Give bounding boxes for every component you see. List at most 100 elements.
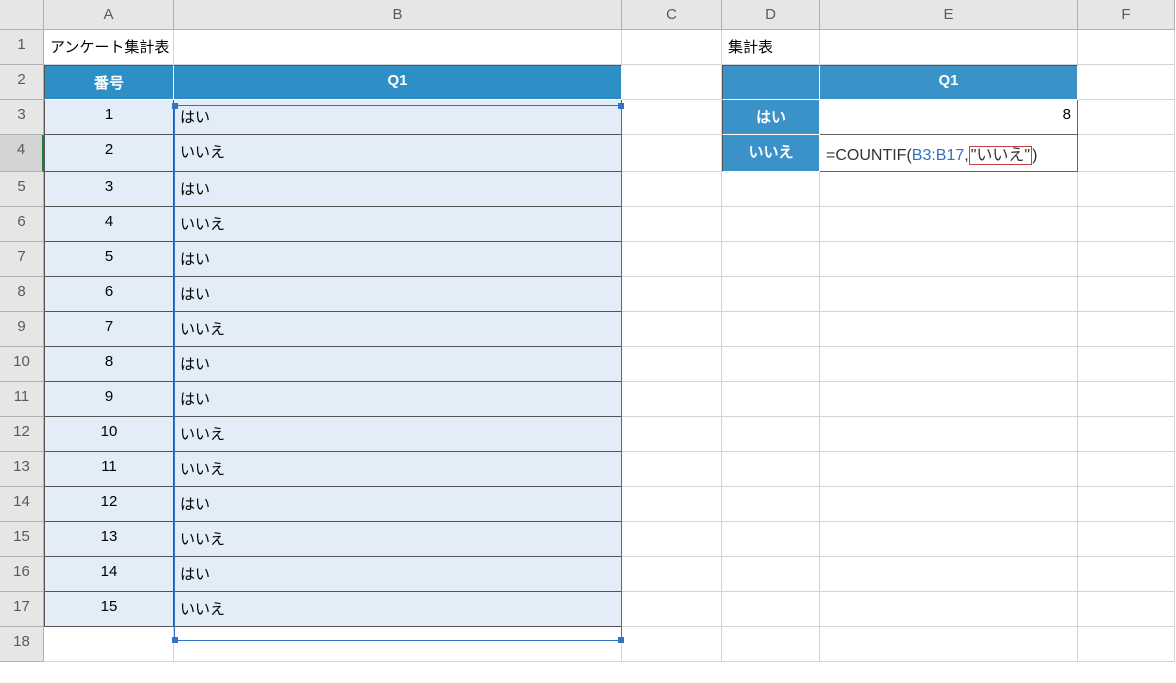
cell-E9[interactable]: [820, 312, 1078, 347]
cell-D14[interactable]: [722, 487, 820, 522]
survey-num[interactable]: 13: [44, 522, 174, 557]
cell-C16[interactable]: [622, 557, 722, 592]
cell-F9[interactable]: [1078, 312, 1175, 347]
cell-D9[interactable]: [722, 312, 820, 347]
cell-D18[interactable]: [722, 627, 820, 662]
cell-D1[interactable]: 集計表: [722, 30, 820, 65]
col-header-B[interactable]: B: [174, 0, 622, 30]
cell-F1[interactable]: [1078, 30, 1175, 65]
summary-header-q1[interactable]: Q1: [820, 65, 1078, 100]
row-header[interactable]: 3: [0, 100, 44, 135]
cell-D15[interactable]: [722, 522, 820, 557]
cell-F7[interactable]: [1078, 242, 1175, 277]
select-all-corner[interactable]: [0, 0, 44, 30]
survey-q1[interactable]: いいえ: [174, 452, 622, 487]
cell-D11[interactable]: [722, 382, 820, 417]
cell-A1[interactable]: アンケート集計表: [44, 30, 174, 65]
cell-C7[interactable]: [622, 242, 722, 277]
cell-C15[interactable]: [622, 522, 722, 557]
survey-num[interactable]: 1: [44, 100, 174, 135]
cell-F11[interactable]: [1078, 382, 1175, 417]
cell-C2[interactable]: [622, 65, 722, 100]
cell-D10[interactable]: [722, 347, 820, 382]
cell-F17[interactable]: [1078, 592, 1175, 627]
survey-num[interactable]: 3: [44, 172, 174, 207]
cell-C9[interactable]: [622, 312, 722, 347]
cell-E16[interactable]: [820, 557, 1078, 592]
cell-C17[interactable]: [622, 592, 722, 627]
cell-C13[interactable]: [622, 452, 722, 487]
cell-D16[interactable]: [722, 557, 820, 592]
cell-D17[interactable]: [722, 592, 820, 627]
cell-F8[interactable]: [1078, 277, 1175, 312]
row-header[interactable]: 2: [0, 65, 44, 100]
survey-q1[interactable]: いいえ: [174, 312, 622, 347]
survey-header-q1[interactable]: Q1: [174, 65, 622, 100]
cell-E10[interactable]: [820, 347, 1078, 382]
row-header[interactable]: 10: [0, 347, 44, 382]
cell-C5[interactable]: [622, 172, 722, 207]
survey-num[interactable]: 9: [44, 382, 174, 417]
cell-D13[interactable]: [722, 452, 820, 487]
cell-C6[interactable]: [622, 207, 722, 242]
survey-q1[interactable]: はい: [174, 277, 622, 312]
cell-B18[interactable]: [174, 627, 622, 662]
col-header-F[interactable]: F: [1078, 0, 1175, 30]
survey-q1[interactable]: いいえ: [174, 207, 622, 242]
summary-no-label[interactable]: いいえ: [722, 135, 820, 172]
cell-F10[interactable]: [1078, 347, 1175, 382]
cell-F6[interactable]: [1078, 207, 1175, 242]
survey-num[interactable]: 7: [44, 312, 174, 347]
col-header-A[interactable]: A: [44, 0, 174, 30]
cell-A18[interactable]: [44, 627, 174, 662]
row-header[interactable]: 13: [0, 452, 44, 487]
cell-F5[interactable]: [1078, 172, 1175, 207]
survey-q1[interactable]: いいえ: [174, 135, 622, 172]
survey-q1[interactable]: いいえ: [174, 522, 622, 557]
cell-C11[interactable]: [622, 382, 722, 417]
row-header[interactable]: 15: [0, 522, 44, 557]
survey-q1[interactable]: はい: [174, 172, 622, 207]
cell-D12[interactable]: [722, 417, 820, 452]
cell-C4[interactable]: [622, 135, 722, 172]
survey-num[interactable]: 5: [44, 242, 174, 277]
row-header[interactable]: 17: [0, 592, 44, 627]
cell-C12[interactable]: [622, 417, 722, 452]
row-header[interactable]: 5: [0, 172, 44, 207]
survey-num[interactable]: 4: [44, 207, 174, 242]
survey-num[interactable]: 11: [44, 452, 174, 487]
cell-F4[interactable]: [1078, 135, 1175, 172]
cell-E18[interactable]: [820, 627, 1078, 662]
row-header[interactable]: 14: [0, 487, 44, 522]
cell-C14[interactable]: [622, 487, 722, 522]
col-header-D[interactable]: D: [722, 0, 820, 30]
survey-num[interactable]: 8: [44, 347, 174, 382]
cell-E13[interactable]: [820, 452, 1078, 487]
row-header[interactable]: 16: [0, 557, 44, 592]
survey-q1[interactable]: はい: [174, 557, 622, 592]
row-header[interactable]: 4: [0, 135, 44, 172]
survey-num[interactable]: 10: [44, 417, 174, 452]
cell-D7[interactable]: [722, 242, 820, 277]
cell-C3[interactable]: [622, 100, 722, 135]
cell-E7[interactable]: [820, 242, 1078, 277]
cell-F13[interactable]: [1078, 452, 1175, 487]
cell-F12[interactable]: [1078, 417, 1175, 452]
cell-C1[interactable]: [622, 30, 722, 65]
row-header[interactable]: 12: [0, 417, 44, 452]
cell-C10[interactable]: [622, 347, 722, 382]
row-header[interactable]: 11: [0, 382, 44, 417]
survey-num[interactable]: 2: [44, 135, 174, 172]
survey-q1[interactable]: いいえ: [174, 417, 622, 452]
row-header[interactable]: 9: [0, 312, 44, 347]
survey-q1[interactable]: はい: [174, 382, 622, 417]
cell-F3[interactable]: [1078, 100, 1175, 135]
survey-q1[interactable]: はい: [174, 347, 622, 382]
survey-num[interactable]: 14: [44, 557, 174, 592]
cell-E1[interactable]: [820, 30, 1078, 65]
summary-yes-value[interactable]: 8: [820, 100, 1078, 135]
summary-yes-label[interactable]: はい: [722, 100, 820, 135]
cell-F2[interactable]: [1078, 65, 1175, 100]
row-header[interactable]: 6: [0, 207, 44, 242]
cell-E14[interactable]: [820, 487, 1078, 522]
